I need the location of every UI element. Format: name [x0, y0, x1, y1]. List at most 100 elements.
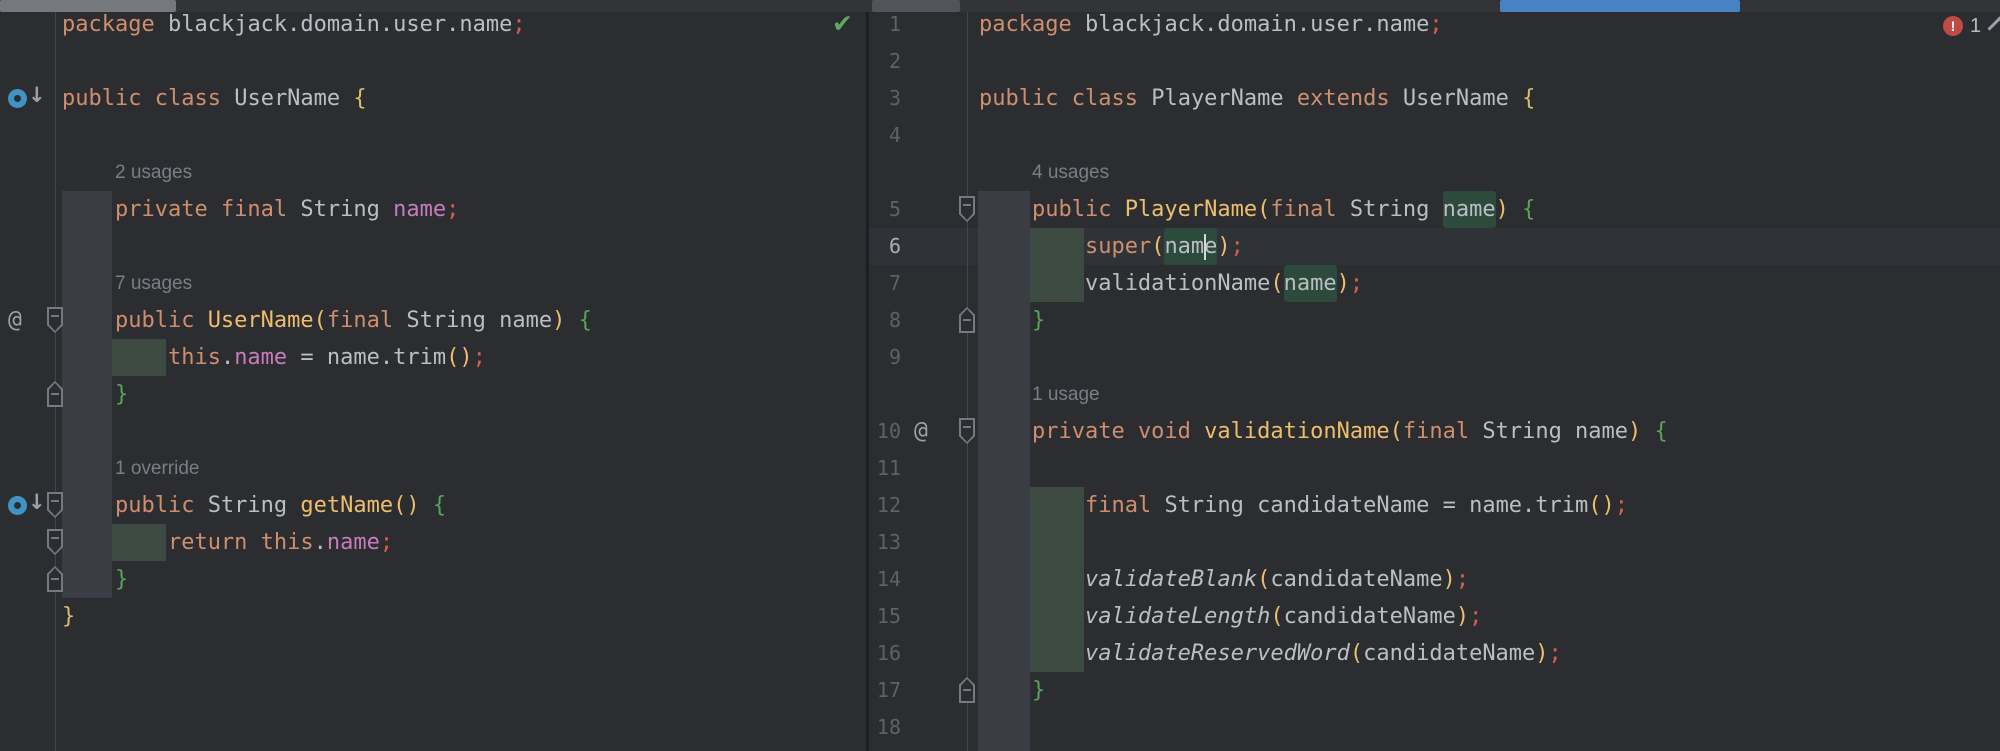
code-token-field: name: [327, 524, 380, 561]
code-token-kw: public: [1032, 191, 1125, 228]
line-number[interactable]: 17: [855, 672, 901, 709]
usages-inlay-hint[interactable]: 1 override: [115, 450, 200, 487]
is-subclassed-gutter-icon[interactable]: ↓: [2, 487, 48, 524]
code-token-kw: final: [221, 191, 300, 228]
line-number[interactable]: 4: [855, 117, 901, 154]
code-token-p: ): [1443, 561, 1456, 598]
code-token-b2: }: [115, 376, 128, 413]
code-token-def: String: [208, 487, 301, 524]
line-number[interactable]: 11: [855, 450, 901, 487]
code-line[interactable]: return this.name;: [168, 524, 393, 561]
annotation-gutter-icon[interactable]: @: [914, 413, 928, 450]
fold-marker-dash: [51, 500, 59, 502]
fold-marker-down[interactable]: [959, 196, 975, 222]
code-line[interactable]: private final String name;: [115, 191, 459, 228]
usages-inlay-hint[interactable]: 7 usages: [115, 265, 192, 302]
inspections-widget[interactable]: ! 1: [1943, 14, 2000, 40]
ide-split-view: package blackjack.domain.user.name;publi…: [0, 0, 2000, 751]
line-number[interactable]: 6: [855, 228, 901, 265]
code-token-b2: {: [1655, 413, 1668, 450]
line-number[interactable]: 7: [855, 265, 901, 302]
right-diff-band-green: [1030, 487, 1084, 672]
fold-marker-down[interactable]: [47, 307, 63, 333]
line-number[interactable]: 13: [855, 524, 901, 561]
code-line[interactable]: validateLength(candidateName);: [1085, 598, 1482, 635]
chevron-up-icon[interactable]: [1987, 16, 2000, 40]
code-token-decl: UserName: [208, 302, 314, 339]
fold-marker-up[interactable]: [47, 381, 63, 407]
code-token-b2: {: [433, 487, 446, 524]
line-number[interactable]: 3: [855, 80, 901, 117]
line-number[interactable]: 10: [855, 413, 901, 450]
code-token-kw: private: [1032, 413, 1138, 450]
usages-inlay-hint[interactable]: 4 usages: [1032, 154, 1109, 191]
code-token-def: .: [221, 339, 234, 376]
code-line[interactable]: }: [1032, 302, 1045, 339]
right-scroll-thumb[interactable]: [1500, 0, 1740, 12]
fold-marker-up[interactable]: [959, 677, 975, 703]
line-number[interactable]: 2: [855, 43, 901, 80]
code-line[interactable]: validateReservedWord(candidateName);: [1085, 635, 1562, 672]
code-token-p: ): [1337, 265, 1350, 302]
code-line[interactable]: this.name = name.trim();: [168, 339, 486, 376]
fold-marker-up[interactable]: [959, 307, 975, 333]
code-token-semi: ;: [1549, 635, 1562, 672]
code-token-def: [1641, 413, 1654, 450]
code-token-p: ): [552, 302, 565, 339]
code-token-def: String name: [406, 302, 552, 339]
code-token-kw: final: [1085, 487, 1164, 524]
code-line[interactable]: }: [1032, 672, 1045, 709]
fold-marker-down[interactable]: [47, 492, 63, 518]
fold-marker-down[interactable]: [959, 418, 975, 444]
fold-marker-dash: [51, 315, 59, 317]
text-caret: [1204, 234, 1206, 260]
is-subclassed-gutter-icon[interactable]: ↓: [2, 80, 48, 117]
code-token-b2: {: [579, 302, 592, 339]
subclass-circle-hole: [14, 95, 21, 102]
usages-inlay-hint[interactable]: 1 usage: [1032, 376, 1100, 413]
fold-marker-up[interactable]: [47, 566, 63, 592]
left-diff-band-green: [112, 524, 166, 561]
annotation-gutter-icon[interactable]: @: [8, 302, 22, 339]
editor-splitter[interactable]: [866, 0, 869, 751]
code-line[interactable]: public PlayerName(final String name) {: [1032, 191, 1535, 228]
code-line[interactable]: validationName(name);: [1085, 265, 1363, 302]
code-line[interactable]: super(name);: [1085, 228, 1244, 265]
line-number[interactable]: 16: [855, 635, 901, 672]
left-scroll-thumb[interactable]: [0, 0, 176, 12]
code-line[interactable]: public class UserName {: [62, 80, 367, 117]
code-token-kw: this: [261, 524, 314, 561]
code-token-def: candidateName: [1284, 598, 1456, 635]
code-token-p: (: [1151, 228, 1164, 265]
fold-marker-down[interactable]: [47, 529, 63, 555]
code-line[interactable]: }: [115, 376, 128, 413]
line-number[interactable]: 5: [855, 191, 901, 228]
code-line[interactable]: }: [62, 598, 75, 635]
code-token-p: ): [1535, 635, 1548, 672]
code-token-hl: name: [1284, 265, 1337, 302]
code-token-def: = name.trim: [287, 339, 446, 376]
code-line[interactable]: public String getName() {: [115, 487, 446, 524]
code-line[interactable]: public class PlayerName extends UserName…: [979, 80, 1535, 117]
line-number[interactable]: 12: [855, 487, 901, 524]
code-line[interactable]: validateBlank(candidateName);: [1085, 561, 1469, 598]
right-diff-band-green: [1030, 228, 1084, 302]
code-line[interactable]: }: [115, 561, 128, 598]
line-number[interactable]: 14: [855, 561, 901, 598]
line-number[interactable]: 15: [855, 598, 901, 635]
code-line[interactable]: public UserName(final String name) {: [115, 302, 592, 339]
code-token-def: [1509, 191, 1522, 228]
line-number[interactable]: 18: [855, 709, 901, 746]
code-token-semi: ;: [1350, 265, 1363, 302]
code-token-kw: public: [115, 487, 208, 524]
inspections-ok-icon[interactable]: ✔: [832, 8, 862, 40]
code-line[interactable]: final String candidateName = name.trim()…: [1085, 487, 1628, 524]
line-number[interactable]: 9: [855, 339, 901, 376]
code-token-kw: void: [1138, 413, 1204, 450]
code-line[interactable]: private void validationName(final String…: [1032, 413, 1668, 450]
usages-inlay-hint[interactable]: 2 usages: [115, 154, 192, 191]
code-token-p: ): [1628, 413, 1641, 450]
code-token-def: String: [1350, 191, 1443, 228]
line-number[interactable]: 8: [855, 302, 901, 339]
code-token-semi: ;: [1456, 561, 1469, 598]
